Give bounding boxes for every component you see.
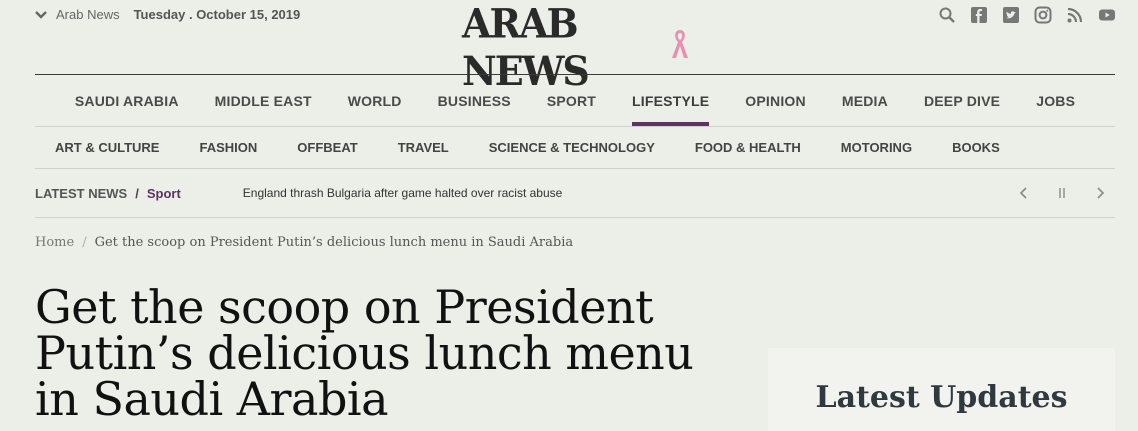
- subnav-motoring[interactable]: MOTORING: [821, 127, 932, 168]
- edition-selector[interactable]: Arab News: [56, 7, 120, 22]
- current-date: Tuesday . October 15, 2019: [133, 7, 301, 22]
- nav-deep-dive[interactable]: DEEP DIVE: [906, 76, 1018, 126]
- top-bar: Arab News Tuesday . October 15, 2019: [34, 7, 300, 22]
- chevron-left-icon[interactable]: [1017, 186, 1031, 200]
- breadcrumb-separator: /: [82, 235, 87, 250]
- nav-jobs[interactable]: JOBS: [1018, 76, 1093, 126]
- ticker-label: LATEST NEWS: [35, 185, 128, 201]
- latest-updates-title: Latest Updates: [815, 380, 1068, 415]
- social-links: [938, 6, 1116, 24]
- nav-media[interactable]: MEDIA: [824, 76, 906, 126]
- subnav-food-health[interactable]: FOOD & HEALTH: [675, 127, 821, 168]
- twitter-icon[interactable]: [1002, 6, 1020, 24]
- nav-business[interactable]: BUSINESS: [420, 76, 529, 126]
- ticker-divider: [35, 217, 1115, 218]
- subnav-offbeat[interactable]: OFFBEAT: [277, 127, 377, 168]
- subnav-art-culture[interactable]: ART & CULTURE: [35, 127, 179, 168]
- article-title: Get the scoop on President Putin’s delic…: [35, 280, 694, 426]
- subnav-travel[interactable]: TRAVEL: [378, 127, 469, 168]
- subnav-books[interactable]: BOOKS: [932, 127, 1020, 168]
- rss-icon[interactable]: [1066, 6, 1084, 24]
- ticker-category[interactable]: Sport: [147, 186, 181, 201]
- subnav-fashion[interactable]: FASHION: [179, 127, 277, 168]
- pink-ribbon-icon: [672, 30, 688, 58]
- sub-navigation: ART & CULTURE FASHION OFFBEAT TRAVEL SCI…: [35, 127, 1115, 168]
- nav-world[interactable]: WORLD: [330, 76, 420, 126]
- site-logo[interactable]: ARAB NEWS: [462, 0, 692, 94]
- latest-news-ticker: LATEST NEWS / Sport England thrash Bulga…: [35, 169, 1115, 217]
- ticker-controls: [1017, 186, 1107, 200]
- subnav-science-technology[interactable]: SCIENCE & TECHNOLOGY: [469, 127, 675, 168]
- instagram-icon[interactable]: [1034, 6, 1052, 24]
- latest-updates-panel: Latest Updates: [768, 348, 1115, 431]
- ticker-headline[interactable]: England thrash Bulgaria after game halte…: [243, 186, 563, 200]
- breadcrumb: Home / Get the scoop on President Putin’…: [35, 235, 573, 250]
- nav-opinion[interactable]: OPINION: [727, 76, 824, 126]
- nav-sport[interactable]: SPORT: [529, 76, 614, 126]
- breadcrumb-home[interactable]: Home: [35, 235, 74, 250]
- ticker-separator: /: [135, 185, 139, 201]
- chevron-right-icon[interactable]: [1093, 186, 1107, 200]
- youtube-icon[interactable]: [1098, 6, 1116, 24]
- nav-middle-east[interactable]: MIDDLE EAST: [197, 76, 330, 126]
- search-icon[interactable]: [938, 6, 956, 24]
- pause-icon[interactable]: [1055, 186, 1069, 200]
- nav-lifestyle[interactable]: LIFESTYLE: [614, 76, 727, 126]
- main-navigation: SAUDI ARABIA MIDDLE EAST WORLD BUSINESS …: [35, 76, 1115, 126]
- header-divider: [35, 74, 1115, 75]
- facebook-icon[interactable]: [970, 6, 988, 24]
- chevron-down-icon[interactable]: [34, 8, 48, 22]
- breadcrumb-current: Get the scoop on President Putin’s delic…: [94, 235, 574, 250]
- nav-saudi-arabia[interactable]: SAUDI ARABIA: [57, 76, 197, 126]
